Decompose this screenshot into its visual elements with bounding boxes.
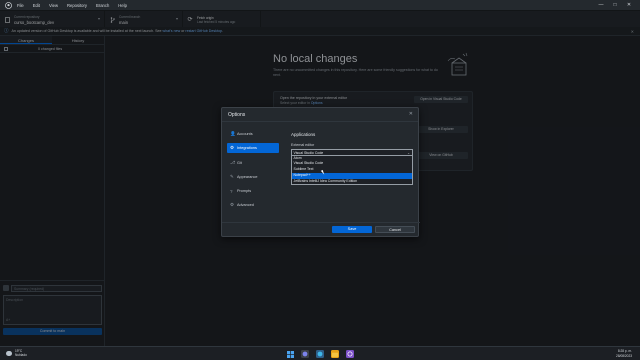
git-icon: ⎇ bbox=[230, 159, 236, 165]
dialog-footer: Save Cancel bbox=[222, 222, 420, 236]
window-controls: — □ ✕ bbox=[594, 0, 636, 10]
minimize-button[interactable]: — bbox=[594, 0, 608, 10]
nav-label: Appearance bbox=[237, 174, 258, 179]
cloud-icon bbox=[6, 350, 12, 356]
nav-label: Advanced bbox=[237, 203, 254, 208]
gear-icon: ⚙ bbox=[230, 202, 235, 208]
windows-taskbar: 19°C Nublado 8:28 p. m. 28/08/2023 bbox=[0, 346, 640, 360]
github-desktop-taskbar-icon[interactable] bbox=[346, 350, 354, 358]
github-desktop-window: File Edit View Repository Branch Help — … bbox=[0, 0, 640, 360]
menu-edit[interactable]: Edit bbox=[33, 3, 40, 8]
external-editor-label: External editor bbox=[291, 143, 315, 147]
windows-start-icon[interactable] bbox=[286, 350, 294, 358]
options-nav: 👤 Accounts ⚙ Integrations ⎇ Git ✎ Appear… bbox=[227, 129, 279, 215]
nav-integrations[interactable]: ⚙ Integrations bbox=[227, 143, 279, 154]
dialog-title: Options bbox=[228, 112, 246, 118]
github-logo-icon bbox=[3, 0, 13, 10]
person-icon: 👤 bbox=[230, 131, 236, 136]
brush-icon: ✎ bbox=[230, 173, 234, 179]
chat-icon[interactable] bbox=[301, 350, 309, 358]
edge-browser-icon[interactable] bbox=[316, 350, 324, 358]
menu-file[interactable]: File bbox=[17, 3, 24, 8]
save-button[interactable]: Save bbox=[332, 226, 372, 233]
nav-label: Prompts bbox=[237, 189, 252, 194]
menu-view[interactable]: View bbox=[49, 3, 58, 8]
editor-option-intellij[interactable]: JetBrains IntelliJ Idea Community Editio… bbox=[292, 179, 412, 185]
system-clock[interactable]: 8:28 p. m. 28/08/2023 bbox=[616, 349, 632, 358]
options-dialog: Options ✕ 👤 Accounts ⚙ Integrations ⎇ Gi… bbox=[221, 107, 420, 237]
file-explorer-icon[interactable] bbox=[331, 350, 339, 358]
close-icon[interactable]: ✕ bbox=[409, 111, 413, 117]
nav-label: Integrations bbox=[237, 146, 257, 151]
puzzle-icon: ⚙ bbox=[230, 145, 235, 151]
nav-prompts[interactable]: ? Prompts bbox=[227, 186, 279, 196]
maximize-button[interactable]: □ bbox=[608, 0, 622, 10]
external-editor-select[interactable]: Visual Studio Code ⌄ bbox=[291, 149, 413, 156]
taskbar-apps bbox=[286, 350, 361, 358]
nav-accounts[interactable]: 👤 Accounts bbox=[227, 129, 279, 139]
nav-advanced[interactable]: ⚙ Advanced bbox=[227, 200, 279, 210]
question-icon: ? bbox=[230, 188, 233, 194]
nav-label: Git bbox=[237, 160, 242, 165]
weather-description: Nublado bbox=[15, 353, 27, 357]
nav-label: Accounts bbox=[237, 132, 253, 136]
weather-widget[interactable]: 19°C Nublado bbox=[6, 349, 27, 357]
chevron-down-icon: ⌄ bbox=[407, 151, 410, 155]
nav-appearance[interactable]: ✎ Appearance bbox=[227, 172, 279, 182]
menu-repository[interactable]: Repository bbox=[67, 3, 87, 8]
applications-heading: Applications bbox=[291, 132, 316, 137]
nav-git[interactable]: ⎇ Git bbox=[227, 158, 279, 168]
integrations-content: Applications External editor Visual Stud… bbox=[291, 132, 415, 186]
cancel-button[interactable]: Cancel bbox=[375, 226, 415, 233]
clock-date: 28/08/2023 bbox=[616, 353, 632, 358]
menu-bar: File Edit View Repository Branch Help bbox=[17, 3, 136, 8]
title-bar: File Edit View Repository Branch Help — … bbox=[0, 0, 640, 10]
menu-help[interactable]: Help bbox=[118, 3, 127, 8]
close-window-button[interactable]: ✕ bbox=[622, 0, 636, 10]
dialog-header: Options ✕ bbox=[222, 108, 418, 122]
editor-dropdown-list: Atom Visual Studio Code Sublime Text Not… bbox=[291, 155, 413, 186]
menu-branch[interactable]: Branch bbox=[96, 3, 109, 8]
selected-editor: Visual Studio Code bbox=[293, 151, 324, 155]
